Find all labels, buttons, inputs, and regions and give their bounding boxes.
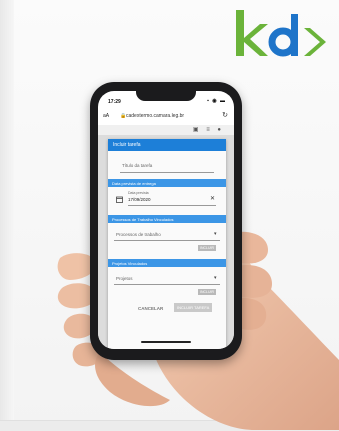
dialog-header: Incluir tarefa [108, 139, 226, 151]
deadline-input[interactable]: 17/09/2020 [128, 197, 151, 202]
project-select[interactable]: Projetos [116, 276, 133, 281]
project-section-label: Projetos Vinculados [112, 261, 148, 266]
process-underline [114, 240, 220, 241]
reload-icon[interactable]: ↻ [222, 111, 228, 119]
url-bar[interactable]: aA 🔒 cadextermo.camara.leg.br ↻ [98, 109, 234, 125]
home-indicator [141, 341, 191, 343]
project-section: Projetos Vinculados [108, 259, 226, 267]
process-section-label: Processos de Trabalho Vinculados [112, 217, 174, 222]
text-size-button[interactable]: aA [103, 113, 109, 119]
calendar-icon[interactable] [116, 196, 123, 203]
phone-notch [136, 89, 196, 101]
clear-date-icon[interactable]: ✕ [210, 195, 215, 202]
status-time: 17:29 [108, 99, 121, 105]
process-section: Processos de Trabalho Vinculados [108, 215, 226, 223]
process-select[interactable]: Processos de trabalho [116, 232, 161, 237]
dialog-title: Incluir tarefa [113, 142, 141, 148]
status-indicators: ▪ ◉ ▬ [207, 98, 226, 104]
add-process-button[interactable]: INCLUIR [198, 245, 216, 251]
deadline-section: Data prevista de entrega [108, 179, 226, 187]
cancel-button[interactable]: CANCELAR [138, 306, 163, 311]
include-task-button[interactable]: INCLUIR TAREFA [174, 303, 213, 312]
deadline-label: Data prevista [128, 191, 149, 195]
chevron-down-icon[interactable]: ▾ [214, 275, 217, 281]
deadline-underline [128, 205, 216, 206]
deadline-section-label: Data prevista de entrega [112, 181, 156, 186]
add-project-button[interactable]: INCLUIR [198, 289, 216, 295]
phone-screen: 17:29 ▪ ◉ ▬ aA 🔒 cadextermo.camara.leg.b… [98, 91, 234, 349]
project-underline [114, 284, 220, 285]
include-task-dialog: Incluir tarefa Título da tarefa Data pre… [108, 139, 226, 349]
task-title-input[interactable]: Título da tarefa [122, 163, 152, 168]
toolbar-icons: ▣ ≡ ● [192, 127, 224, 133]
page-toolbar: ▣ ≡ ● [98, 125, 234, 135]
url-text[interactable]: cadextermo.camara.leg.br [126, 113, 184, 119]
chevron-down-icon[interactable]: ▾ [214, 231, 217, 237]
task-title-underline [120, 172, 214, 173]
